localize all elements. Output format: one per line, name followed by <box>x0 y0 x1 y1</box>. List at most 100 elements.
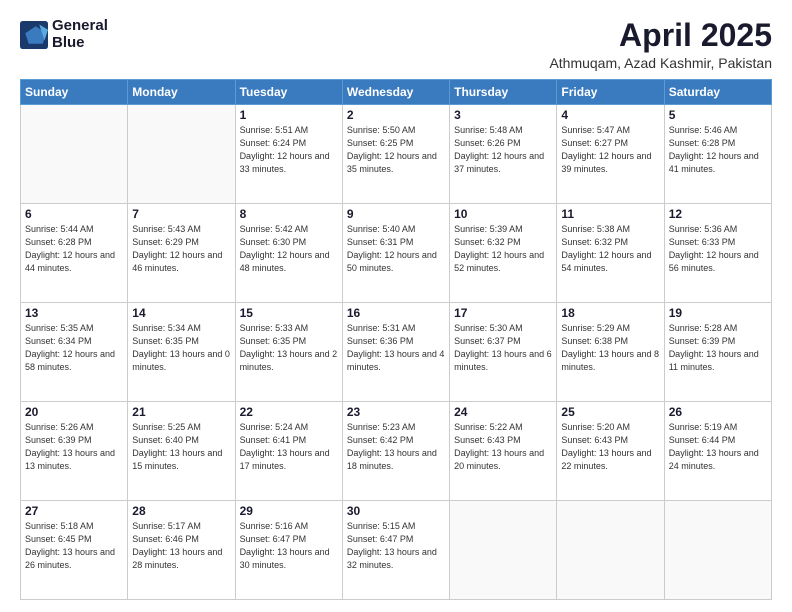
calendar-week-row: 6Sunrise: 5:44 AMSunset: 6:28 PMDaylight… <box>21 204 772 303</box>
day-number: 14 <box>132 306 230 320</box>
calendar-cell: 13 Sunrise: 5:35 AMSunset: 6:34 PMDayligh… <box>21 303 128 402</box>
day-info: Sunrise: 5:20 AMSunset: 6:43 PMDaylight:… <box>561 421 659 473</box>
calendar-cell: 23Sunrise: 5:23 AMSunset: 6:42 PMDayligh… <box>342 402 449 501</box>
calendar-cell: 12 Sunrise: 5:36 AMSunset: 6:33 PMDayligh… <box>664 204 771 303</box>
day-info: Sunrise: 5:43 AMSunset: 6:29 PMDaylight:… <box>132 223 230 275</box>
day-info: Sunrise: 5:24 AMSunset: 6:41 PMDaylight:… <box>240 421 338 473</box>
day-info: Sunrise: 5:34 AMSunset: 6:35 PMDaylight:… <box>132 322 230 374</box>
calendar-cell: 19 Sunrise: 5:28 AMSunset: 6:39 PMDayligh… <box>664 303 771 402</box>
day-info: Sunrise: 5:31 AMSunset: 6:36 PMDaylight:… <box>347 322 445 374</box>
calendar-cell: 7 Sunrise: 5:43 AMSunset: 6:29 PMDaylight… <box>128 204 235 303</box>
calendar-cell: 5 Sunrise: 5:46 AMSunset: 6:28 PMDaylight… <box>664 105 771 204</box>
day-info: Sunrise: 5:17 AMSunset: 6:46 PMDaylight:… <box>132 520 230 572</box>
day-number: 2 <box>347 108 445 122</box>
day-number: 27 <box>25 504 123 518</box>
day-info: Sunrise: 5:28 AMSunset: 6:39 PMDaylight:… <box>669 322 767 374</box>
calendar-cell: 4 Sunrise: 5:47 AMSunset: 6:27 PMDaylight… <box>557 105 664 204</box>
day-info: Sunrise: 5:26 AMSunset: 6:39 PMDaylight:… <box>25 421 123 473</box>
day-number: 7 <box>132 207 230 221</box>
day-number: 3 <box>454 108 552 122</box>
day-number: 24 <box>454 405 552 419</box>
calendar-cell: 11 Sunrise: 5:38 AMSunset: 6:32 PMDayligh… <box>557 204 664 303</box>
calendar-cell: 1Sunrise: 5:51 AMSunset: 6:24 PMDaylight… <box>235 105 342 204</box>
day-info: Sunrise: 5:51 AMSunset: 6:24 PMDaylight:… <box>240 124 338 176</box>
day-info: Sunrise: 5:40 AMSunset: 6:31 PMDaylight:… <box>347 223 445 275</box>
calendar-cell: 20 Sunrise: 5:26 AMSunset: 6:39 PMDayligh… <box>21 402 128 501</box>
day-number: 15 <box>240 306 338 320</box>
day-number: 18 <box>561 306 659 320</box>
day-info: Sunrise: 5:36 AMSunset: 6:33 PMDaylight:… <box>669 223 767 275</box>
day-info: Sunrise: 5:19 AMSunset: 6:44 PMDaylight:… <box>669 421 767 473</box>
day-info: Sunrise: 5:39 AMSunset: 6:32 PMDaylight:… <box>454 223 552 275</box>
calendar-cell: 24Sunrise: 5:22 AMSunset: 6:43 PMDayligh… <box>450 402 557 501</box>
calendar-cell <box>557 501 664 600</box>
calendar-cell: 10Sunrise: 5:39 AMSunset: 6:32 PMDayligh… <box>450 204 557 303</box>
day-info: Sunrise: 5:35 AMSunset: 6:34 PMDaylight:… <box>25 322 123 374</box>
day-number: 28 <box>132 504 230 518</box>
weekday-header: Thursday <box>450 80 557 105</box>
day-number: 26 <box>669 405 767 419</box>
day-number: 25 <box>561 405 659 419</box>
logo-icon <box>20 21 48 49</box>
day-info: Sunrise: 5:42 AMSunset: 6:30 PMDaylight:… <box>240 223 338 275</box>
day-number: 12 <box>669 207 767 221</box>
day-number: 17 <box>454 306 552 320</box>
calendar-cell: 3 Sunrise: 5:48 AMSunset: 6:26 PMDaylight… <box>450 105 557 204</box>
day-number: 5 <box>669 108 767 122</box>
calendar-cell: 27 Sunrise: 5:18 AMSunset: 6:45 PMDayligh… <box>21 501 128 600</box>
logo-line1: General <box>52 18 108 35</box>
logo-text: General Blue <box>52 18 108 51</box>
day-number: 19 <box>669 306 767 320</box>
calendar-cell: 9 Sunrise: 5:40 AMSunset: 6:31 PMDaylight… <box>342 204 449 303</box>
calendar-subtitle: Athmuqam, Azad Kashmir, Pakistan <box>549 55 772 71</box>
header: General Blue April 2025 Athmuqam, Azad K… <box>20 18 772 71</box>
day-number: 30 <box>347 504 445 518</box>
calendar-cell: 18 Sunrise: 5:29 AMSunset: 6:38 PMDayligh… <box>557 303 664 402</box>
day-number: 4 <box>561 108 659 122</box>
calendar-cell: 15Sunrise: 5:33 AMSunset: 6:35 PMDayligh… <box>235 303 342 402</box>
calendar-cell: 14 Sunrise: 5:34 AMSunset: 6:35 PMDayligh… <box>128 303 235 402</box>
calendar-cell <box>128 105 235 204</box>
logo: General Blue <box>20 18 108 51</box>
day-number: 23 <box>347 405 445 419</box>
calendar-cell: 8 Sunrise: 5:42 AMSunset: 6:30 PMDaylight… <box>235 204 342 303</box>
weekday-header: Monday <box>128 80 235 105</box>
day-number: 9 <box>347 207 445 221</box>
day-number: 29 <box>240 504 338 518</box>
day-number: 22 <box>240 405 338 419</box>
calendar-week-row: 27 Sunrise: 5:18 AMSunset: 6:45 PMDayligh… <box>21 501 772 600</box>
day-number: 13 <box>25 306 123 320</box>
calendar-week-row: 1Sunrise: 5:51 AMSunset: 6:24 PMDaylight… <box>21 105 772 204</box>
calendar-cell: 21Sunrise: 5:25 AMSunset: 6:40 PMDayligh… <box>128 402 235 501</box>
day-info: Sunrise: 5:30 AMSunset: 6:37 PMDaylight:… <box>454 322 552 374</box>
day-info: Sunrise: 5:18 AMSunset: 6:45 PMDaylight:… <box>25 520 123 572</box>
calendar-cell: 26 Sunrise: 5:19 AMSunset: 6:44 PMDayligh… <box>664 402 771 501</box>
calendar-cell <box>21 105 128 204</box>
day-number: 6 <box>25 207 123 221</box>
day-info: Sunrise: 5:50 AMSunset: 6:25 PMDaylight:… <box>347 124 445 176</box>
weekday-header: Sunday <box>21 80 128 105</box>
calendar-header-row: SundayMondayTuesdayWednesdayThursdayFrid… <box>21 80 772 105</box>
day-info: Sunrise: 5:29 AMSunset: 6:38 PMDaylight:… <box>561 322 659 374</box>
day-info: Sunrise: 5:48 AMSunset: 6:26 PMDaylight:… <box>454 124 552 176</box>
day-info: Sunrise: 5:16 AMSunset: 6:47 PMDaylight:… <box>240 520 338 572</box>
day-number: 16 <box>347 306 445 320</box>
day-number: 8 <box>240 207 338 221</box>
day-info: Sunrise: 5:47 AMSunset: 6:27 PMDaylight:… <box>561 124 659 176</box>
calendar-cell: 28 Sunrise: 5:17 AMSunset: 6:46 PMDayligh… <box>128 501 235 600</box>
weekday-header: Friday <box>557 80 664 105</box>
day-info: Sunrise: 5:38 AMSunset: 6:32 PMDaylight:… <box>561 223 659 275</box>
weekday-header: Saturday <box>664 80 771 105</box>
day-number: 11 <box>561 207 659 221</box>
day-info: Sunrise: 5:25 AMSunset: 6:40 PMDaylight:… <box>132 421 230 473</box>
calendar-cell: 16 Sunrise: 5:31 AMSunset: 6:36 PMDayligh… <box>342 303 449 402</box>
day-info: Sunrise: 5:15 AMSunset: 6:47 PMDaylight:… <box>347 520 445 572</box>
day-number: 20 <box>25 405 123 419</box>
calendar-cell: 25 Sunrise: 5:20 AMSunset: 6:43 PMDayligh… <box>557 402 664 501</box>
calendar-table: SundayMondayTuesdayWednesdayThursdayFrid… <box>20 79 772 600</box>
calendar-cell: 22 Sunrise: 5:24 AMSunset: 6:41 PMDayligh… <box>235 402 342 501</box>
logo-line2: Blue <box>52 35 108 52</box>
calendar-cell: 6Sunrise: 5:44 AMSunset: 6:28 PMDaylight… <box>21 204 128 303</box>
page: General Blue April 2025 Athmuqam, Azad K… <box>0 0 792 612</box>
day-info: Sunrise: 5:46 AMSunset: 6:28 PMDaylight:… <box>669 124 767 176</box>
